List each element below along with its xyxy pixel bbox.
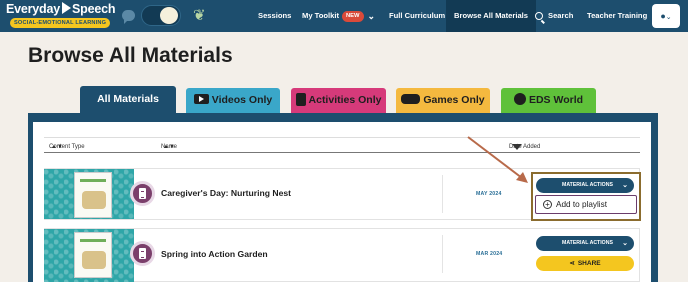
sprout-icon[interactable]: ❦ [193, 6, 206, 26]
page-title: Browse All Materials [28, 44, 233, 67]
divider [442, 175, 443, 213]
chevron-down-icon: ⌄ [622, 240, 628, 247]
tab-videos-label: Videos Only [211, 94, 273, 106]
user-menu-button[interactable]: ●⌄ [652, 4, 680, 28]
material-actions-button[interactable]: MATERIAL ACTIONS ⌄ [536, 236, 634, 251]
nav-my-toolkit-label: My Toolkit [302, 11, 339, 20]
logo-text-everyday: Everyday [6, 2, 60, 16]
material-title[interactable]: Caregiver's Day: Nurturing Nest [161, 188, 291, 198]
activity-type-icon [130, 181, 155, 206]
nav-full-curriculum[interactable]: Full Curriculum [389, 0, 445, 32]
everyday-speech-logo[interactable]: Everyday Speech SOCIAL-EMOTIONAL LEARNING [4, 2, 116, 30]
toggle-knob [160, 7, 178, 24]
activity-type-icon [130, 241, 155, 266]
sort-icon: ▲▼ [51, 144, 63, 150]
nav-teacher-training[interactable]: Teacher Training [587, 0, 647, 32]
divider [442, 235, 443, 273]
tab-games-only[interactable]: Games Only [396, 88, 490, 113]
material-actions-label: MATERIAL ACTIONS [562, 240, 613, 246]
tab-eds-world-label: EDS World [528, 94, 584, 106]
logo-text-speech: Speech [72, 2, 116, 16]
logo-subtitle: SOCIAL-EMOTIONAL LEARNING [10, 18, 111, 28]
tab-activities-only[interactable]: Activities Only [291, 88, 386, 113]
share-icon: ⋖ [569, 260, 575, 267]
material-thumbnail[interactable] [74, 172, 112, 218]
top-nav: Everyday Speech SOCIAL-EMOTIONAL LEARNING… [0, 0, 688, 32]
nav-search[interactable]: Search [535, 0, 573, 32]
material-thumbnail[interactable] [74, 232, 112, 278]
nav-sessions[interactable]: Sessions [258, 0, 291, 32]
share-label: SHARE [577, 260, 601, 267]
sort-icon: ▲▼ [163, 144, 175, 150]
nav-my-toolkit[interactable]: My Toolkit NEW ⌄ [302, 0, 375, 32]
sort-desc-icon [512, 144, 522, 150]
search-icon [535, 12, 543, 20]
new-badge: NEW [341, 10, 364, 22]
date-added: MAR 2024 [476, 251, 503, 257]
chevron-down-icon: ⌄ [665, 14, 672, 21]
chat-bubble-icon[interactable] [122, 10, 135, 24]
share-button[interactable]: ⋖ SHARE [536, 256, 634, 271]
add-to-playlist-label: Add to playlist [556, 200, 607, 209]
material-title[interactable]: Spring into Action Garden [161, 249, 268, 259]
theme-toggle[interactable] [141, 5, 181, 26]
video-icon [193, 94, 209, 105]
logo-play-icon [62, 2, 71, 14]
chevron-down-icon: ⌄ [367, 11, 376, 21]
nav-browse-all-materials[interactable]: Browse All Materials [446, 0, 536, 32]
tab-activities-label: Activities Only [308, 94, 382, 106]
add-to-playlist-button[interactable]: + Add to playlist [535, 195, 637, 214]
nav-search-label: Search [548, 11, 574, 20]
globe-icon [513, 93, 526, 106]
activity-sheet-icon [295, 92, 306, 106]
tab-games-label: Games Only [423, 94, 485, 106]
tab-videos-only[interactable]: Videos Only [186, 88, 280, 113]
table-header: Content Type ▲▼ Name ▲▼ Date Added [44, 137, 640, 153]
gamepad-icon [401, 94, 421, 105]
tab-all-materials[interactable]: All Materials [80, 86, 176, 113]
tab-eds-world[interactable]: EDS World [501, 88, 596, 113]
plus-circle-icon: + [543, 200, 552, 209]
date-added: MAY 2024 [476, 191, 502, 197]
